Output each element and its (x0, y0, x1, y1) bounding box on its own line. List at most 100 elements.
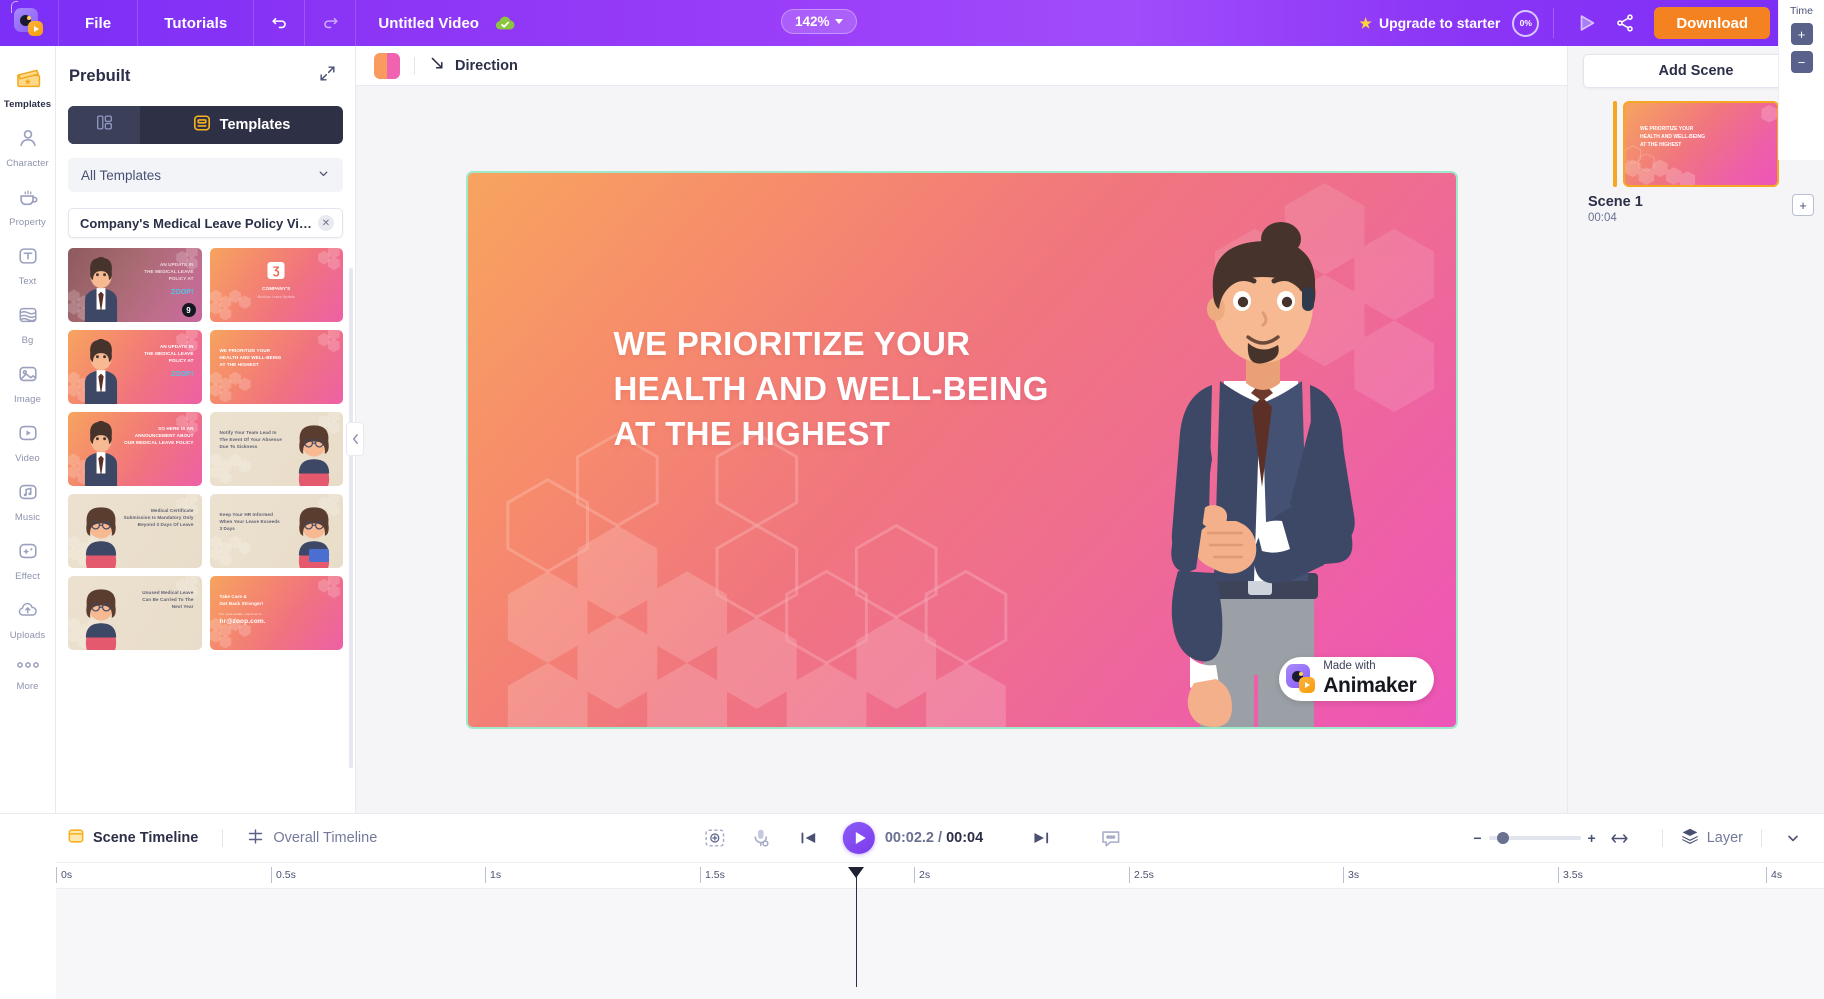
cloud-saved-icon (493, 11, 517, 35)
timeline-right-controls: − + Layer (1473, 818, 1806, 858)
sidebar-item-more[interactable]: More (0, 650, 56, 701)
sidebar-label: More (16, 681, 39, 692)
sidebar-item-text[interactable]: Text (0, 237, 56, 296)
play-button[interactable] (842, 822, 875, 854)
character-illustration[interactable] (1096, 221, 1426, 727)
time-zoom-out-button[interactable]: − (1790, 51, 1813, 73)
scene-thumbnail[interactable]: WE PRIORITIZE YOUR HEALTH AND WELL-BEING… (1623, 101, 1779, 187)
ruler-tick: 3.5s (1558, 867, 1583, 883)
share-icon[interactable] (1606, 4, 1644, 42)
template-thumbnail[interactable]: Unused Medical Leave Can Be Carried To Th… (68, 576, 202, 650)
template-thumbnail[interactable]: Notify Your Team Lead In The Event Of You… (209, 412, 343, 486)
layers-bg-icon (16, 304, 40, 331)
timeline-zoom-slider[interactable]: − + (1473, 830, 1595, 846)
panel-collapse-toggle[interactable] (346, 422, 364, 456)
undo-icon[interactable] (254, 0, 304, 46)
canvas-zoom-selector[interactable]: 142% (781, 9, 857, 34)
microphone-icon[interactable] (737, 818, 785, 858)
template-thumbnail[interactable]: AN UPDATE IN THE MEDICAL LEAVE POLICY AT ZO… (68, 330, 202, 404)
template-text-line: When Your Leave Exceeds (219, 518, 280, 524)
time-zoom-in-button[interactable]: + (1790, 23, 1813, 45)
sparkle-effect-icon (16, 540, 40, 567)
template-icon (193, 114, 211, 136)
direction-button[interactable]: Direction (429, 55, 518, 76)
search-chip[interactable]: Company's Medical Leave Policy Video Te.… (68, 208, 343, 238)
template-character (84, 338, 118, 404)
text-t-icon (16, 245, 40, 272)
template-text: Notify Your Team Lead In The Event Of You… (220, 430, 282, 451)
menu-file[interactable]: File (59, 0, 137, 46)
app-logo[interactable] (0, 0, 58, 46)
template-text: Keep Your HR Informed When Your Leave Exc… (220, 512, 280, 533)
sidebar-item-effect[interactable]: Effect (0, 532, 56, 591)
expand-arrows-icon[interactable] (318, 64, 337, 88)
layer-button[interactable]: Layer (1681, 827, 1743, 849)
scene-thumb-line-2: HEALTH AND WELL-BEING (1640, 133, 1705, 140)
template-thumbnail[interactable]: Take Care & Get Back Stronger! For more de… (209, 576, 343, 650)
template-text-line: 3 Days (219, 525, 235, 531)
playhead[interactable] (848, 867, 864, 987)
template-thumbnail[interactable]: Medical Certificate Submission Is Mandato… (68, 494, 202, 568)
template-text-line: OUR MEDICAL LEAVE POLICY (124, 439, 194, 445)
zoom-knob[interactable] (1496, 832, 1509, 844)
plus-icon[interactable]: + (1792, 194, 1814, 216)
hexagon-pattern (209, 248, 340, 320)
template-text: Take Care & Get Back Stronger! For more de… (220, 594, 266, 627)
template-filter-select[interactable]: All Templates (68, 158, 343, 192)
upgrade-button[interactable]: ★ Upgrade to starter (1359, 15, 1510, 32)
template-text-line: ANNOUNCEMENT ABOUT (134, 432, 194, 438)
fit-width-icon[interactable] (1596, 818, 1644, 858)
tab-templates[interactable]: Templates (140, 106, 343, 144)
sidebar-item-music[interactable]: Music (0, 473, 56, 532)
skip-previous-icon[interactable] (785, 818, 833, 858)
sidebar-item-character[interactable]: Character (0, 119, 56, 178)
timeline-tabs: Scene Timeline Overall Timeline (0, 828, 377, 849)
template-thumbnail[interactable]: AN UPDATE IN THE MEDICAL LEAVE POLICY AT ZO… (68, 248, 202, 322)
camera-add-icon[interactable] (689, 818, 737, 858)
timeline: Scene Timeline Overall Timeline 00:02.2 … (0, 0, 1824, 999)
cup-icon (16, 186, 40, 213)
redo-icon[interactable] (305, 0, 355, 46)
template-text-line: THE MEDICAL LEAVE (144, 350, 194, 356)
skip-next-icon[interactable] (1017, 818, 1065, 858)
tab-layouts[interactable] (68, 106, 140, 144)
download-button[interactable]: Download (1654, 7, 1770, 39)
caption-icon[interactable] (1087, 818, 1135, 858)
color-swatch[interactable] (374, 52, 400, 79)
scene-duration: 00:04 (1588, 212, 1617, 224)
add-scene-button[interactable]: Add Scene (1583, 54, 1809, 88)
template-thumbnail[interactable]: WE PRIORITIZE YOUR HEALTH AND WELL-BEING A… (209, 330, 343, 404)
timeline-ruler[interactable]: 0s 0.5s 1s 1.5s 2s 2.5s 3s 3.5s 4s (56, 862, 1824, 888)
project-title[interactable]: Untitled Video (356, 15, 479, 32)
timeline-tracks[interactable] (56, 867, 1824, 999)
zoom-in-button[interactable]: + (1588, 830, 1596, 846)
menu-tutorials[interactable]: Tutorials (138, 0, 253, 46)
chevron-down-icon[interactable] (1780, 818, 1806, 858)
template-thumbnail[interactable]: COMPANY'S Medical Leave Update Ʒ (209, 248, 343, 322)
template-text-line: AN UPDATE IN (159, 262, 194, 267)
sidebar-item-image[interactable]: Image (0, 355, 56, 414)
sidebar-item-bg[interactable]: Bg (0, 296, 56, 355)
tab-scene-timeline[interactable]: Scene Timeline (68, 828, 198, 848)
template-grid: AN UPDATE IN THE MEDICAL LEAVE POLICY AT ZO… (68, 248, 343, 660)
sidebar-item-uploads[interactable]: Uploads (0, 591, 56, 650)
usage-percent-badge[interactable]: 0% (1512, 9, 1540, 37)
sidebar-item-templates[interactable]: Templates (0, 60, 56, 119)
template-thumbnail[interactable]: SO HERE IS AN ANNOUNCEMENT ABOUT OUR MEDIC… (68, 412, 202, 486)
panel-scrollbar[interactable] (349, 268, 353, 768)
zoom-out-button[interactable]: − (1473, 830, 1481, 846)
sidebar-item-video[interactable]: Video (0, 414, 56, 473)
tab-overall-timeline[interactable]: Overall Timeline (247, 828, 377, 849)
sidebar-item-property[interactable]: Property (0, 178, 56, 237)
zoom-track[interactable] (1488, 832, 1581, 844)
template-thumbnail[interactable]: Keep Your HR Informed When Your Leave Exc… (209, 494, 343, 568)
preview-play-icon[interactable] (1568, 4, 1606, 42)
template-subtext: For more details, reach out to (219, 611, 262, 616)
canvas-heading[interactable]: WE PRIORITIZE YOUR HEALTH AND WELL-BEING… (614, 321, 1049, 457)
scene-meta: Scene 1 00:04 + (1578, 194, 1814, 224)
divider (1661, 829, 1663, 847)
close-icon[interactable]: ✕ (318, 215, 334, 231)
template-text-line: AT THE HIGHEST (219, 361, 259, 367)
video-canvas[interactable]: WE PRIORITIZE YOUR HEALTH AND WELL-BEING… (465, 170, 1458, 729)
sidebar-label: Text (18, 276, 37, 287)
